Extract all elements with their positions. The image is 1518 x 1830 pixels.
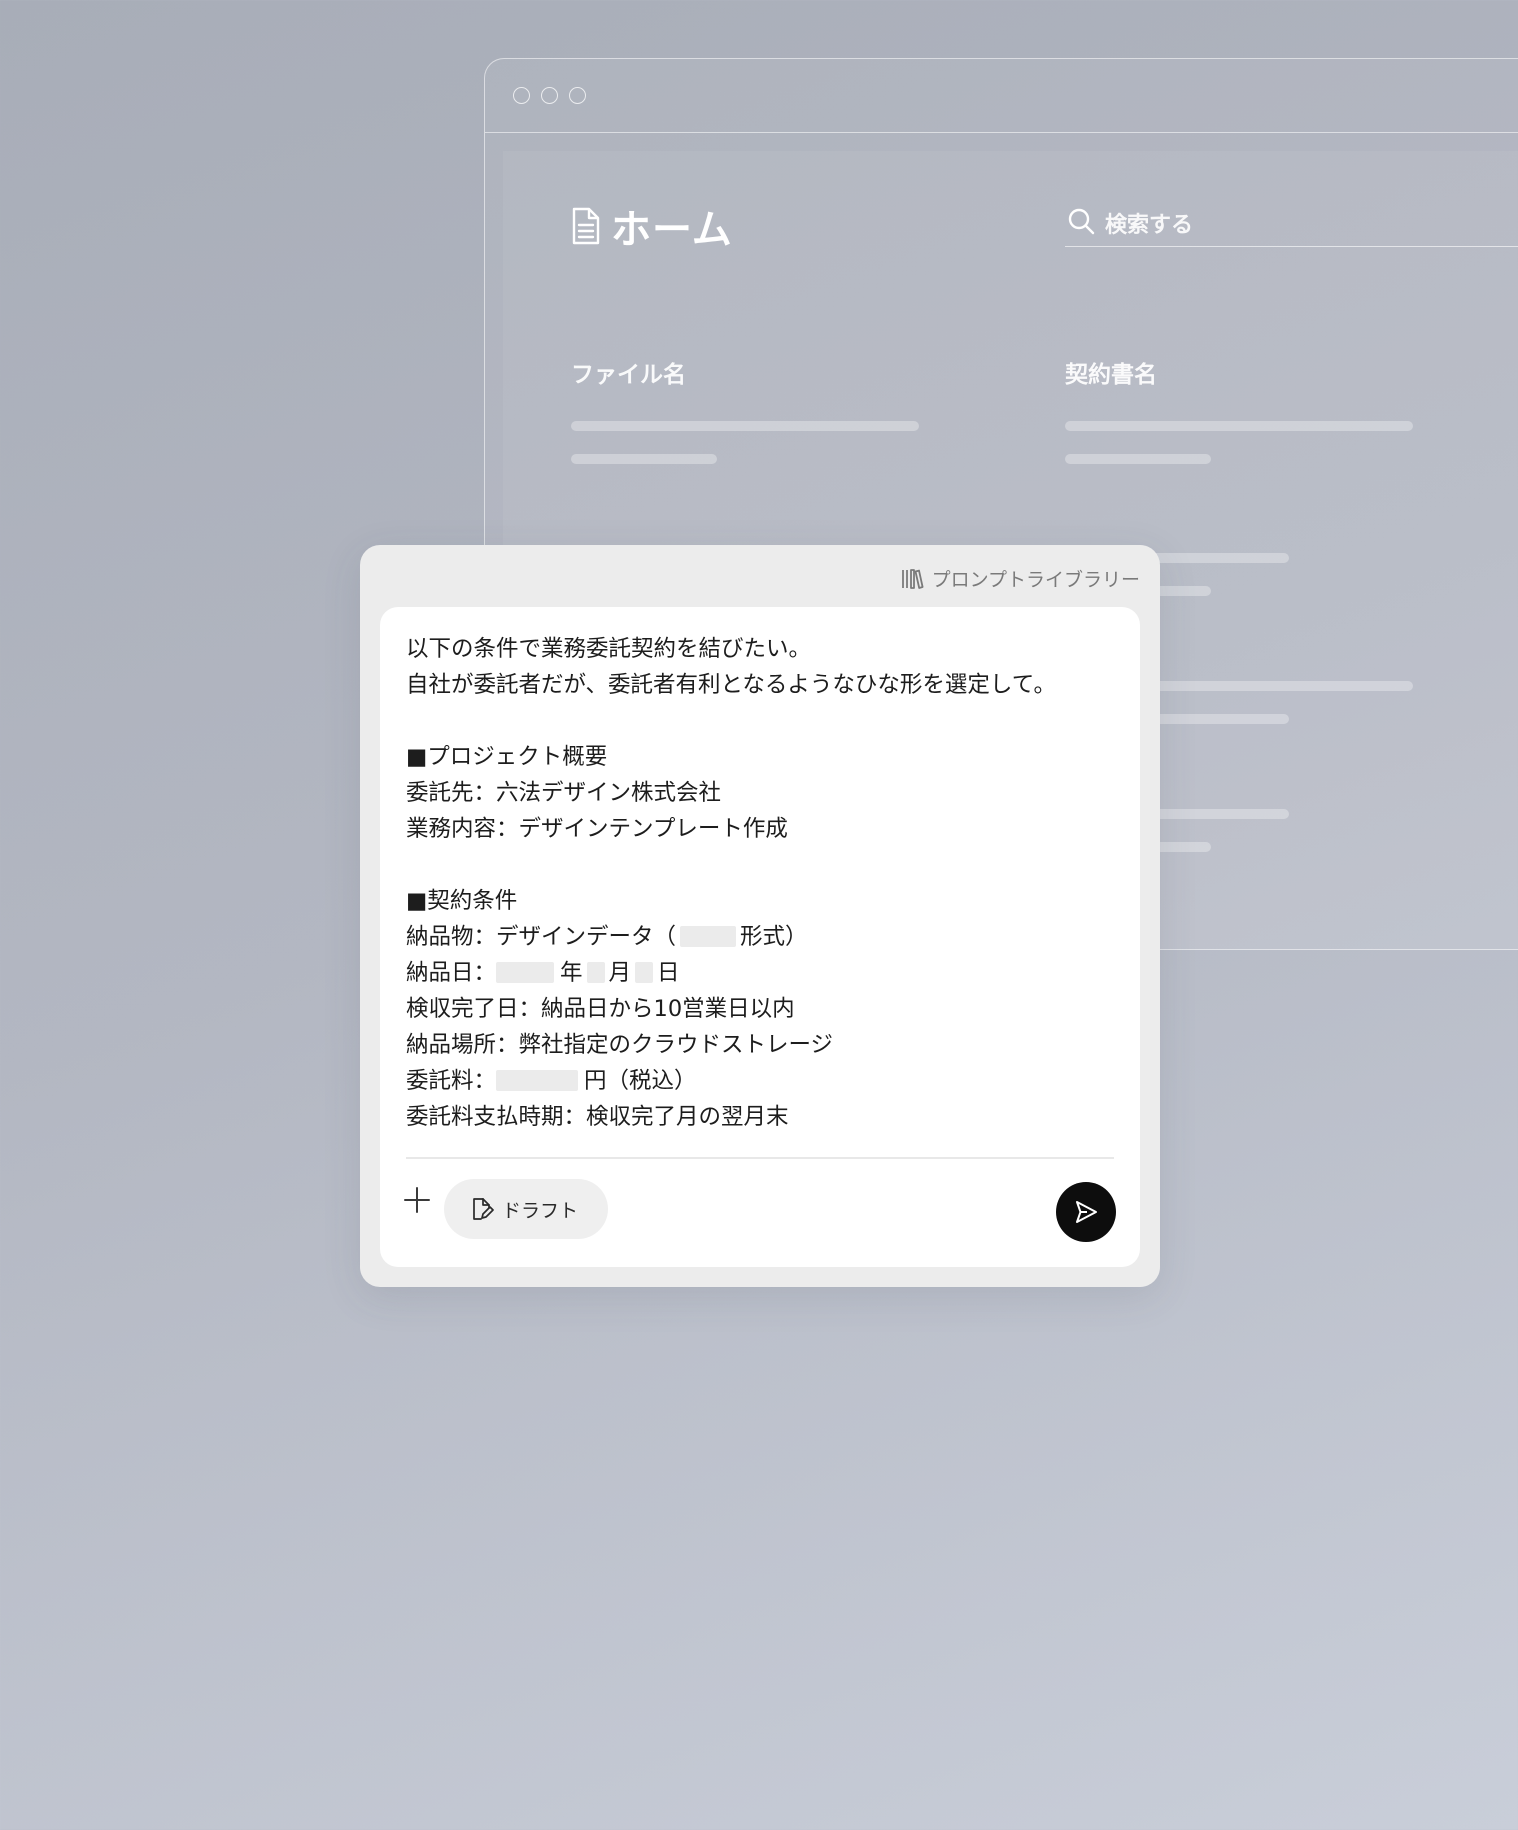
column-header-filename[interactable]: ファイル名 — [571, 355, 686, 389]
prompt-text: 納品日： — [406, 960, 497, 986]
prompt-section-heading: ■契約条件 — [406, 888, 518, 914]
prompt-panel: プロンプトライブラリー 以下の条件で業務委託契約を結びたい。 自社が委託者だが、… — [360, 545, 1160, 1287]
prompt-text: 円（税込） — [584, 1068, 697, 1094]
prompt-library-button[interactable]: プロンプトライブラリー — [900, 565, 1140, 592]
send-icon — [1076, 1201, 1097, 1223]
redacted-field — [496, 962, 555, 983]
divider — [406, 1157, 1114, 1159]
redacted-field — [496, 1070, 579, 1091]
prompt-text: 年 — [560, 960, 583, 986]
prompt-input-card[interactable]: 以下の条件で業務委託契約を結びたい。 自社が委託者だが、委託者有利となるようなひ… — [380, 607, 1140, 1267]
prompt-line: 以下の条件で業務委託契約を結びたい。 — [406, 636, 812, 662]
prompt-library-label: プロンプトライブラリー — [931, 569, 1140, 591]
prompt-line-deliverable: 納品物：デザインデータ（ 形式） — [406, 919, 1114, 955]
send-button[interactable] — [1056, 1182, 1116, 1242]
prompt-text: 日 — [657, 960, 680, 986]
prompt-textarea[interactable]: 以下の条件で業務委託契約を結びたい。 自社が委託者だが、委託者有利となるようなひ… — [406, 631, 1114, 1135]
document-icon — [572, 207, 600, 245]
redacted-field — [586, 962, 605, 983]
column-header-contract-name[interactable]: 契約書名 — [1065, 355, 1157, 389]
prompt-text: 形式） — [740, 924, 808, 950]
draft-button-label: ドラフト — [502, 1199, 579, 1222]
placeholder-line — [571, 454, 717, 464]
redacted-field — [680, 926, 737, 947]
prompt-text: 納品物：デザインデータ（ — [406, 924, 677, 950]
search-input[interactable]: 検索する — [1065, 207, 1518, 247]
prompt-line: 自社が委託者だが、委託者有利となるようなひな形を選定して。 — [406, 672, 1057, 698]
search-placeholder: 検索する — [1105, 213, 1194, 238]
placeholder-line — [571, 421, 919, 431]
draft-button[interactable]: ドラフト — [444, 1179, 609, 1239]
prompt-line: 業務内容：デザインテンプレート作成 — [406, 816, 788, 842]
books-icon — [901, 568, 924, 589]
prompt-section-heading: ■プロジェクト概要 — [406, 744, 608, 770]
plus-icon[interactable] — [402, 1185, 432, 1215]
redacted-field — [635, 962, 654, 983]
document-edit-icon — [473, 1198, 494, 1220]
page-title: ホーム — [571, 197, 733, 255]
placeholder-line — [1065, 454, 1211, 464]
prompt-line-fee: 委託料： 円（税込） — [406, 1063, 1114, 1099]
window-control-dot[interactable] — [541, 87, 558, 104]
prompt-line: 納品場所：弊社指定のクラウドストレージ — [406, 1032, 834, 1058]
window-control-dot[interactable] — [513, 87, 530, 104]
window-control-dot[interactable] — [569, 87, 586, 104]
prompt-line-delivery-date: 納品日： 年月日 — [406, 955, 1114, 991]
window-titlebar — [485, 59, 1518, 133]
prompt-text: 月 — [608, 960, 632, 986]
prompt-line: 委託先：六法デザイン株式会社 — [406, 780, 722, 806]
prompt-text: 委託料： — [406, 1068, 497, 1094]
prompt-line: 検収完了日：納品日から10営業日以内 — [406, 996, 795, 1022]
prompt-line: 委託料支払時期：検収完了月の翌月末 — [406, 1104, 789, 1130]
placeholder-line — [1065, 421, 1413, 431]
page-title-text: ホーム — [611, 207, 733, 253]
search-icon — [1068, 208, 1095, 235]
